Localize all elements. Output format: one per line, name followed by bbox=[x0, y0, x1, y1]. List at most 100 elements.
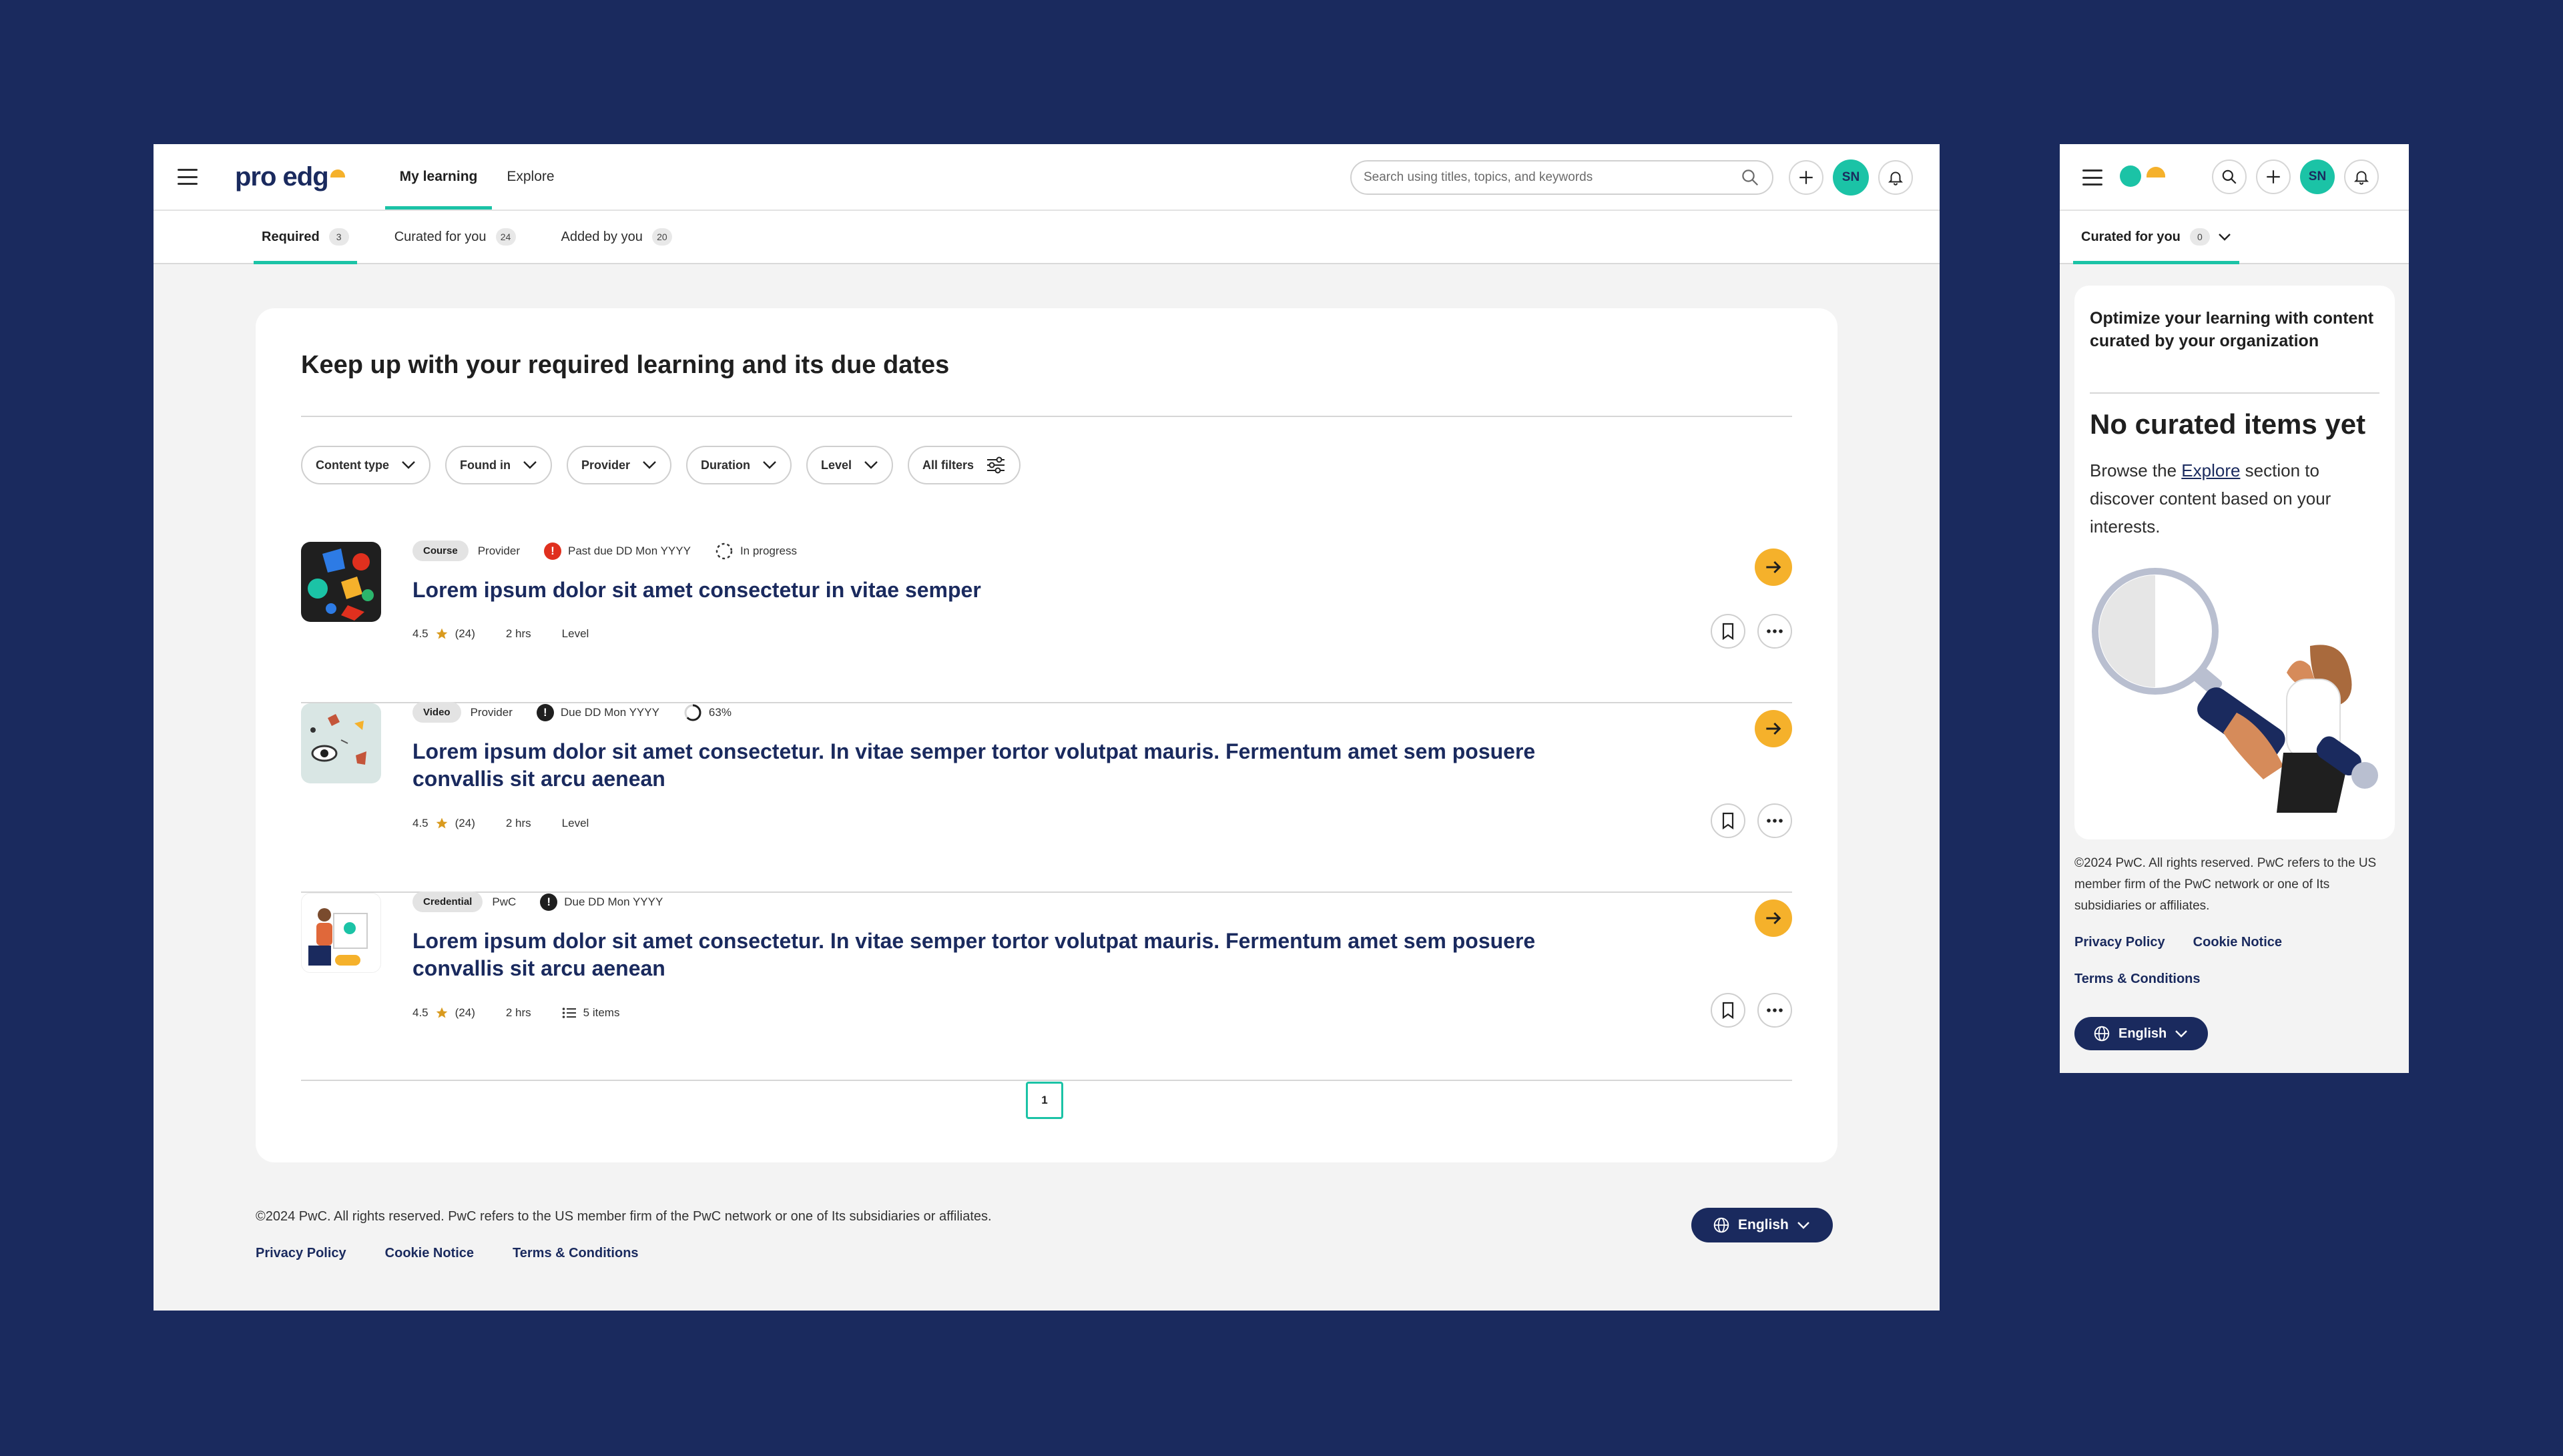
tab-count: 0 bbox=[2189, 228, 2210, 246]
required-learning-card: Keep up with your required learning and … bbox=[256, 308, 1837, 1162]
globe-icon bbox=[1713, 1217, 1729, 1233]
language-selector[interactable]: English bbox=[1691, 1208, 1833, 1242]
more-options-button[interactable] bbox=[1757, 803, 1792, 838]
mobile-frame: SN Curated for you 0 Optimize your learn… bbox=[2060, 144, 2409, 1073]
item-meta: Credential PwC ! Due DD Mon YYYY bbox=[412, 891, 663, 912]
avatar[interactable]: SN bbox=[1833, 159, 1869, 196]
filter-duration[interactable]: Duration bbox=[686, 446, 792, 484]
row-actions bbox=[1711, 614, 1792, 649]
provider-label: Provider bbox=[470, 705, 513, 719]
tab-curated-for-you[interactable]: Curated for you 0 bbox=[2073, 211, 2239, 264]
bell-icon bbox=[2353, 171, 2369, 185]
mobile-logo[interactable] bbox=[2120, 165, 2165, 187]
open-item-button[interactable] bbox=[1755, 549, 1792, 586]
due-date: Due DD Mon YYYY bbox=[564, 895, 663, 908]
item-title[interactable]: Lorem ipsum dolor sit amet consectetur. … bbox=[412, 738, 1547, 793]
tab-count: 24 bbox=[495, 228, 516, 246]
filter-label: Found in bbox=[460, 458, 511, 472]
open-item-button[interactable] bbox=[1755, 899, 1792, 937]
bookmark-button[interactable] bbox=[1711, 803, 1745, 838]
bookmark-button[interactable] bbox=[1711, 993, 1745, 1028]
credential-thumbnail bbox=[301, 893, 381, 973]
arrow-right-icon bbox=[1766, 561, 1781, 574]
avatar[interactable]: SN bbox=[2300, 159, 2335, 194]
chevron-down-icon bbox=[523, 461, 537, 469]
bookmark-icon bbox=[1722, 623, 1734, 640]
notifications-button[interactable] bbox=[2344, 159, 2379, 194]
duration: 2 hrs bbox=[505, 1006, 531, 1019]
divider bbox=[2090, 392, 2379, 394]
menu-icon[interactable] bbox=[2082, 169, 2102, 186]
tab-added-by-you[interactable]: Added by you 20 bbox=[553, 211, 680, 263]
nav-explore[interactable]: Explore bbox=[492, 144, 569, 210]
plus-icon bbox=[2267, 170, 2280, 184]
filter-all-filters[interactable]: All filters bbox=[908, 446, 1021, 484]
logo-sun-icon bbox=[330, 169, 345, 177]
header-actions: SN bbox=[1789, 159, 1913, 196]
level: Level bbox=[561, 627, 589, 640]
filter-content-type[interactable]: Content type bbox=[301, 446, 431, 484]
progress-label: 63% bbox=[708, 705, 732, 719]
level: Level bbox=[561, 817, 589, 829]
provider-label: PwC bbox=[492, 895, 517, 908]
review-count: (24) bbox=[455, 817, 475, 829]
arrow-right-icon bbox=[1766, 722, 1781, 735]
add-button[interactable] bbox=[2256, 159, 2291, 194]
logo-mark-sun bbox=[2147, 167, 2165, 177]
progress-status: 63% bbox=[683, 703, 732, 722]
logo-mark-teal bbox=[2120, 165, 2141, 187]
more-options-button[interactable] bbox=[1757, 993, 1792, 1028]
search-input[interactable]: Search using titles, topics, and keyword… bbox=[1350, 160, 1773, 195]
divider bbox=[301, 416, 1792, 417]
chevron-down-icon bbox=[2219, 234, 2231, 241]
cookie-notice-link[interactable]: Cookie Notice bbox=[385, 1246, 474, 1261]
filter-found-in[interactable]: Found in bbox=[445, 446, 552, 484]
notifications-button[interactable] bbox=[1878, 160, 1913, 195]
star-icon bbox=[436, 1007, 447, 1018]
privacy-policy-link[interactable]: Privacy Policy bbox=[256, 1246, 346, 1261]
privacy-policy-link[interactable]: Privacy Policy bbox=[2074, 935, 2165, 950]
menu-icon[interactable] bbox=[178, 169, 198, 185]
footer-copyright: ©2024 PwC. All rights reserved. PwC refe… bbox=[2074, 856, 2377, 913]
terms-link[interactable]: Terms & Conditions bbox=[2074, 972, 2201, 986]
progress-label: In progress bbox=[740, 544, 797, 557]
filter-label: All filters bbox=[922, 458, 974, 472]
item-title[interactable]: Lorem ipsum dolor sit amet consectetur i… bbox=[412, 577, 1547, 604]
filter-label: Level bbox=[821, 458, 852, 472]
chevron-down-icon bbox=[864, 461, 878, 469]
tab-label: Curated for you bbox=[2081, 229, 2181, 244]
content-type-badge: Video bbox=[412, 702, 461, 723]
globe-icon bbox=[2094, 1026, 2110, 1042]
item-count: 5 items bbox=[583, 1006, 620, 1019]
tab-required[interactable]: Required 3 bbox=[254, 211, 357, 264]
star-icon bbox=[436, 628, 447, 639]
terms-link[interactable]: Terms & Conditions bbox=[513, 1246, 639, 1261]
open-item-button[interactable] bbox=[1755, 710, 1792, 747]
more-icon bbox=[1767, 629, 1783, 633]
filter-provider[interactable]: Provider bbox=[566, 446, 672, 484]
course-thumbnail bbox=[301, 542, 381, 622]
duration: 2 hrs bbox=[505, 817, 531, 829]
language-selector[interactable]: English bbox=[2074, 1017, 2209, 1050]
tab-curated-for-you[interactable]: Curated for you 24 bbox=[386, 211, 524, 263]
due-status: ! Past due DD Mon YYYY bbox=[544, 542, 691, 560]
mobile-subtabs: Curated for you 0 bbox=[2060, 211, 2409, 264]
nav-my-learning[interactable]: My learning bbox=[384, 144, 493, 210]
more-options-button[interactable] bbox=[1757, 614, 1792, 649]
due-date: Due DD Mon YYYY bbox=[560, 705, 659, 719]
item-title[interactable]: Lorem ipsum dolor sit amet consectetur. … bbox=[412, 928, 1547, 982]
add-button[interactable] bbox=[1789, 160, 1823, 195]
search-icon[interactable] bbox=[1740, 167, 1760, 188]
filter-level[interactable]: Level bbox=[806, 446, 894, 484]
pagination-page[interactable]: 1 bbox=[1026, 1082, 1063, 1119]
content-type-badge: Credential bbox=[412, 891, 483, 912]
list-icon bbox=[562, 1008, 576, 1018]
search-button[interactable] bbox=[2212, 159, 2247, 194]
cookie-notice-link[interactable]: Cookie Notice bbox=[2193, 935, 2282, 950]
bookmark-button[interactable] bbox=[1711, 614, 1745, 649]
filter-bar: Content type Found in Provider Duration … bbox=[301, 446, 1021, 484]
explore-link[interactable]: Explore bbox=[2181, 460, 2240, 480]
empty-body-text: Browse the bbox=[2090, 460, 2182, 480]
rating: 4.5 bbox=[412, 1006, 429, 1019]
logo[interactable]: pro edg bbox=[235, 162, 345, 192]
